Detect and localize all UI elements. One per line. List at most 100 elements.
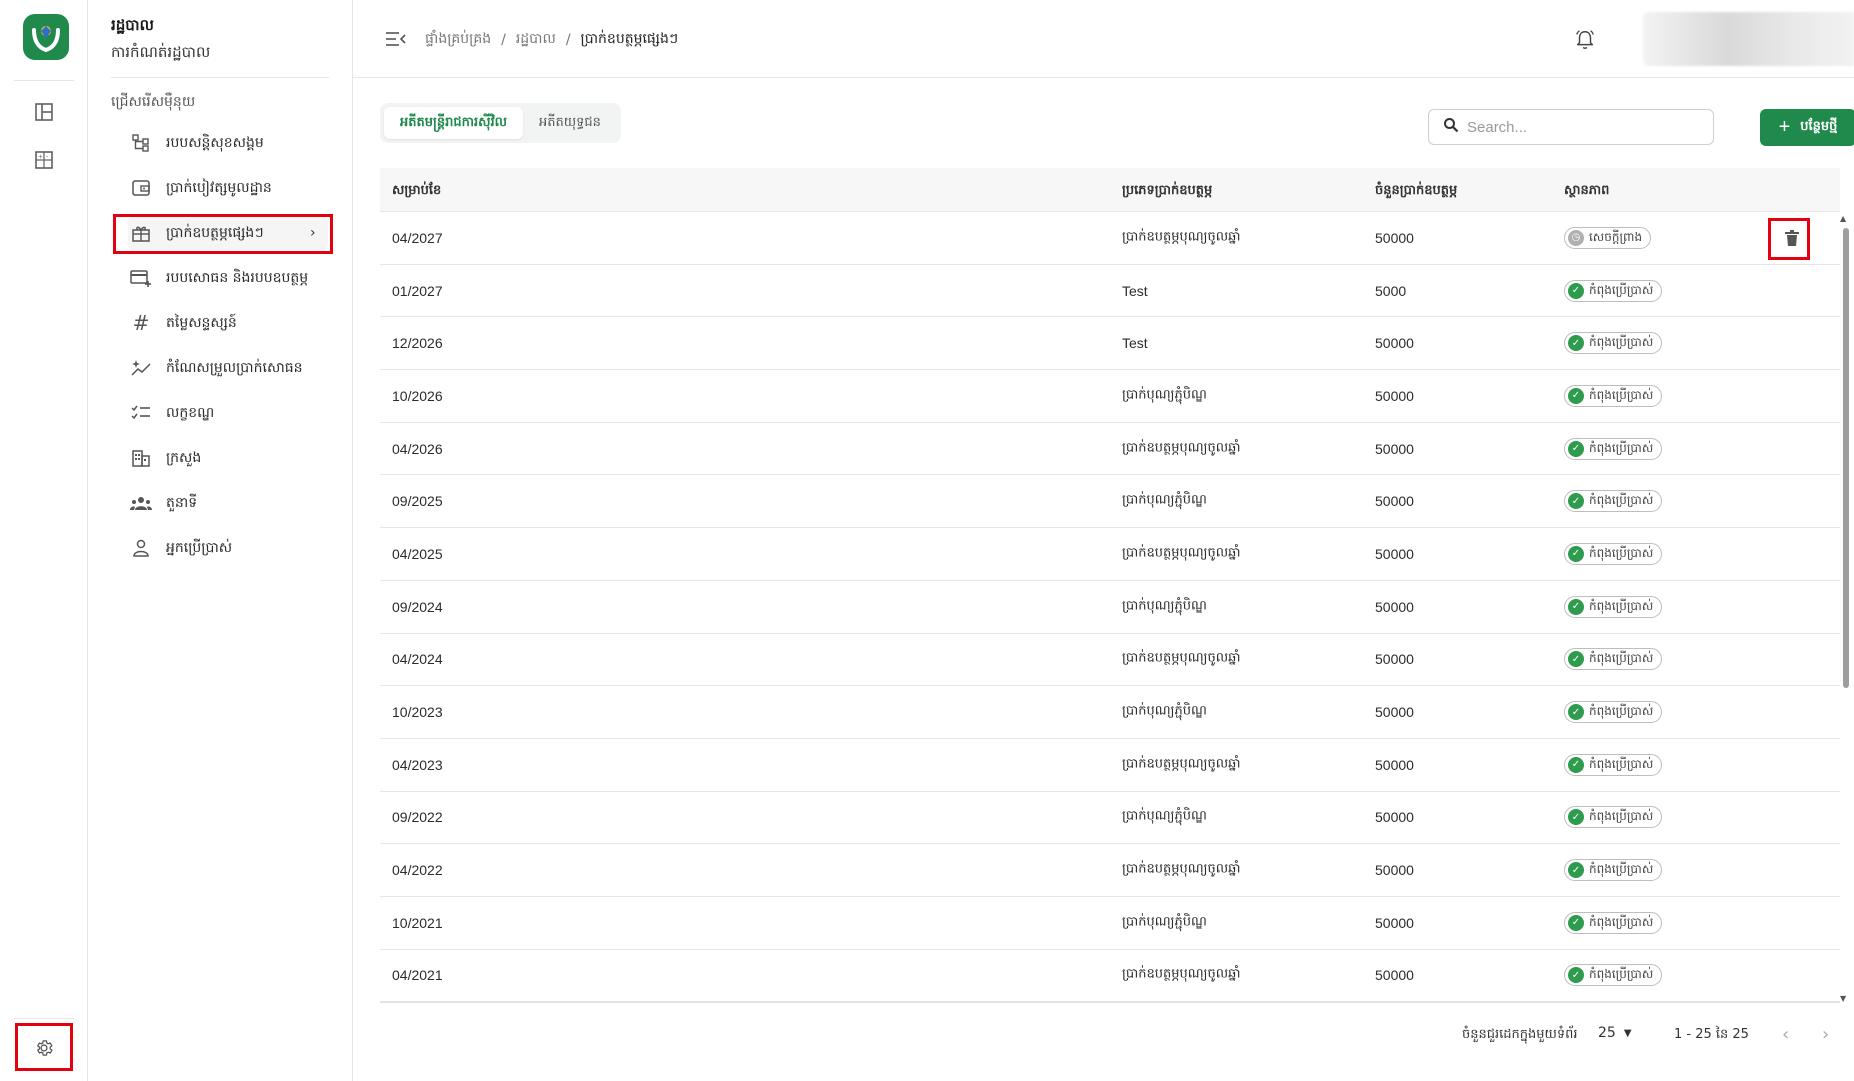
cell-type: ប្រាក់ឧបត្ថម្ភបុណ្យចូលឆ្នាំ [1122,440,1241,456]
sidebar-item-conditions[interactable]: លក្ខខណ្ឌ [128,396,328,430]
status-text: កំពុងប្រើប្រាស់ [1589,914,1654,929]
rows-per-page-label: ចំនួនជួរដេកក្នុងមួយទំព័រ [1462,1027,1578,1042]
cell-type: ប្រាក់បុណ្យភ្ជុំបិណ្ឌ [1122,598,1207,614]
highlight-delete [1768,218,1810,260]
column-header-month[interactable]: សម្រាប់ខែ [392,182,441,201]
check-circle-icon: ✓ [1568,756,1584,773]
breadcrumb-dashboard[interactable]: ផ្ទាំងគ្រប់គ្រង [425,29,491,50]
breadcrumb-separator: / [501,31,506,48]
status-badge: ◷ សេចក្តីព្រាង [1564,226,1652,249]
cell-amount: 50000 [1375,493,1414,510]
cell-type: ប្រាក់បុណ្យភ្ជុំបិណ្ឌ [1122,914,1207,930]
hierarchy-icon [128,130,154,156]
table-row[interactable]: 09/2025 ប្រាក់បុណ្យភ្ជុំបិណ្ឌ 50000 ✓ កំពុងប… [380,475,1840,529]
cell-type: Test [1122,335,1148,352]
table-row[interactable]: 04/2025 ប្រាក់ឧបត្ថម្ភបុណ្យចូលឆ្នាំ 50000 ✓… [380,528,1840,581]
sidebar-item-base-salary[interactable]: ប្រាក់បៀវត្សមូលដ្ឋាន [128,171,328,205]
table-footer-divider [380,1002,1840,1003]
status-badge: ✓ កំពុងប្រើប្រាស់ [1564,384,1663,407]
check-circle-icon: ✓ [1568,335,1584,352]
table-row[interactable]: 09/2022 ប្រាក់បុណ្យភ្ជុំបិណ្ឌ 50000 ✓ កំពុងប… [380,792,1840,845]
table-row[interactable]: 09/2024 ប្រាក់បុណ្យភ្ជុំបិណ្ឌ 50000 ✓ កំពុងប… [380,581,1840,634]
notification-bell-icon[interactable] [1571,26,1599,54]
status-badge: ✓ កំពុងប្រើប្រាស់ [1564,964,1663,987]
table-row[interactable]: 04/2023 ប្រាក់ឧបត្ថម្ភបុណ្យចូលឆ្នាំ 50000 ✓… [380,739,1840,792]
status-text: កំពុងប្រើប្រាស់ [1589,387,1654,402]
sidebar-item-social-security[interactable]: របបសន្តិសុខសង្គម [128,126,328,160]
menu-collapse-icon[interactable] [383,26,409,52]
sidebar-item-roles[interactable]: តួនាទី [128,486,328,520]
check-circle-icon: ✓ [1568,809,1584,826]
layout-dashboard-icon[interactable] [30,98,58,126]
sidebar-item-label: ក្រសួង [166,449,202,466]
table-row[interactable]: 04/2022 ប្រាក់ឧបត្ថម្ភបុណ្យចូលឆ្នាំ 50000 ✓… [380,844,1840,897]
table-row[interactable]: 04/2026 ប្រាក់ឧបត្ថម្ភបុណ្យចូលឆ្នាំ 50000 ✓… [380,423,1840,476]
check-circle-icon: ✓ [1568,598,1584,615]
search-box [1428,109,1714,145]
group-icon [128,490,154,516]
next-page-icon[interactable]: › [1822,1024,1829,1045]
status-badge: ✓ កំពុងប្រើប្រាស់ [1564,332,1663,355]
table-row[interactable]: 10/2026 ប្រាក់បុណ្យភ្ជុំបិណ្ឌ 50000 ✓ កំពុងប… [380,370,1840,423]
tab-veterans[interactable]: អតីតយុទ្ធជន [523,107,617,139]
user-profile-blurred[interactable] [1643,12,1854,66]
table-row[interactable]: 10/2021 ប្រាក់បុណ្យភ្ជុំបិណ្ឌ 50000 ✓ កំពុងប… [380,897,1840,950]
sidebar-item-index-value[interactable]: # តម្លៃសន្ទស្សន៍ [128,306,328,340]
status-text: កំពុងប្រើប្រាស់ [1589,440,1654,455]
breadcrumb-current: ប្រាក់ឧបត្ថម្ភផ្សេងៗ [580,31,679,47]
sidebar-item-label: កំណែសម្រួលប្រាក់សោធន [166,359,303,376]
clock-icon: ◷ [1568,229,1584,246]
rows-per-page-select[interactable]: 25 ▼ [1598,1025,1632,1041]
table-row[interactable]: 04/2024 ប្រាក់ឧបត្ថម្ភបុណ្យចូលឆ្នាំ 50000 ✓… [380,634,1840,687]
table-row[interactable]: 01/2027 Test 5000 ✓ កំពុងប្រើប្រាស់ [380,265,1840,318]
scrollbar-thumb[interactable] [1843,228,1849,688]
check-circle-icon: ✓ [1568,440,1584,457]
cell-amount: 50000 [1375,229,1414,246]
previous-page-icon[interactable]: ‹ [1782,1024,1789,1045]
sidebar-item-pension-schemes[interactable]: របបសោធន និងរបបឧបត្ថម្ភ [128,261,328,295]
column-header-status[interactable]: ស្ថានភាព [1564,182,1609,201]
status-badge: ✓ កំពុងប្រើប្រាស់ [1564,542,1663,565]
scroll-up-arrow-icon[interactable]: ▲ [1840,214,1846,223]
breadcrumb: ផ្ទាំងគ្រប់គ្រង / រដ្ឋបាល / ប្រាក់ឧបត្ថម… [425,29,678,50]
rows-per-page-value: 25 [1598,1025,1616,1041]
check-circle-icon: ✓ [1568,862,1584,879]
search-input[interactable] [1467,118,1697,136]
check-circle-icon: ✓ [1568,493,1584,510]
sidebar-item-pension-adjustment[interactable]: កំណែសម្រួលប្រាក់សោធន [128,351,328,385]
calculator-icon[interactable]: + - [30,146,58,174]
cell-type: ប្រាក់បុណ្យភ្ជុំបិណ្ឌ [1122,492,1207,508]
app-logo[interactable] [23,14,69,60]
scroll-down-arrow-icon[interactable]: ▼ [1840,994,1846,1003]
pagination-range: 1 - 25 នៃ 25 [1674,1027,1749,1042]
status-text: កំពុងប្រើប្រាស់ [1589,282,1654,297]
status-badge: ✓ កំពុងប្រើប្រាស់ [1564,648,1663,671]
cell-type: ប្រាក់ឧបត្ថម្ភបុណ្យចូលឆ្នាំ [1122,545,1241,561]
cell-month: 04/2026 [392,440,443,457]
logo-hands-icon [32,26,60,53]
cell-type: ប្រាក់ឧបត្ថម្ភបុណ្យចូលឆ្នាំ [1122,229,1241,245]
check-circle-icon: ✓ [1568,967,1584,984]
check-circle-icon: ✓ [1568,914,1584,931]
status-badge: ✓ កំពុងប្រើប្រាស់ [1564,595,1663,618]
sidebar-item-ministries[interactable]: ក្រសួង [128,441,328,475]
status-text: កំពុងប្រើប្រាស់ [1589,651,1654,666]
table-row[interactable]: 04/2021 ប្រាក់ឧបត្ថម្ភបុណ្យចូលឆ្នាំ 50000 ✓… [380,950,1840,1002]
add-new-button[interactable]: + បន្ថែមថ្មី [1760,109,1854,146]
search-icon [1443,117,1459,137]
sidebar-subtitle: ការកំណត់រដ្ឋបាល [111,43,211,61]
cell-amount: 50000 [1375,704,1414,721]
sidebar-section-label: ជ្រើសរើសម៉ឺនុយ [111,94,196,110]
table-row[interactable]: 10/2023 ប្រាក់បុណ្យភ្ជុំបិណ្ឌ 50000 ✓ កំពុងប… [380,686,1840,739]
breadcrumb-admin[interactable]: រដ្ឋបាល [516,29,556,50]
column-header-amount[interactable]: ចំនួនប្រាក់ឧបត្ថម្ភ [1375,182,1457,201]
sidebar-item-label: របបសោធន និងរបបឧបត្ថម្ភ [166,269,309,286]
cell-type: ប្រាក់បុណ្យភ្ជុំបិណ្ឌ [1122,808,1207,824]
cell-amount: 50000 [1375,598,1414,615]
table-row[interactable]: 04/2027 ប្រាក់ឧបត្ថម្ភបុណ្យចូលឆ្នាំ 50000 ◷… [380,212,1840,265]
cell-month: 04/2023 [392,756,443,773]
sidebar-item-users[interactable]: អ្នកប្រើប្រាស់ [128,531,328,565]
table-row[interactable]: 12/2026 Test 50000 ✓ កំពុងប្រើប្រាស់ [380,317,1840,371]
column-header-type[interactable]: ប្រភេទប្រាក់ឧបត្ថម្ភ [1122,182,1212,201]
tab-civil-servants[interactable]: អតីតមន្ត្រីរាជការស៊ីវិល [384,107,524,139]
